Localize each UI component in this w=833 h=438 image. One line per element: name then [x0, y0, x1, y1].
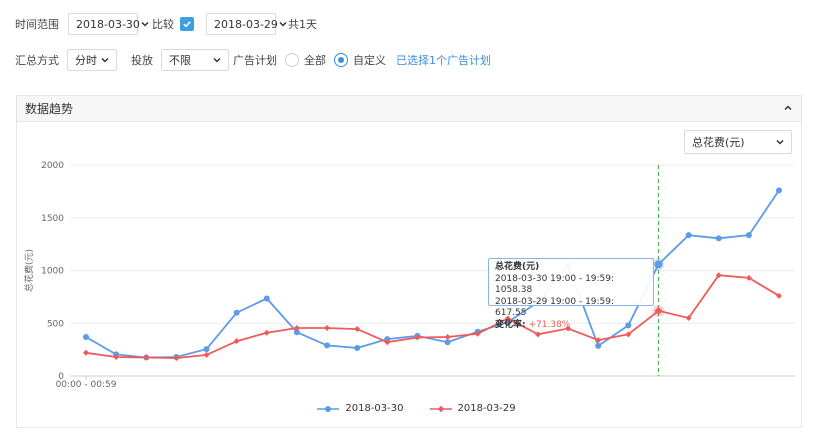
series-line-2: [85, 274, 780, 360]
tooltip-change-key: 变化率:: [495, 319, 526, 330]
chart-series: [83, 187, 782, 362]
data-point: [685, 232, 692, 239]
data-point: [444, 339, 451, 346]
legend-marker-series-2: [429, 405, 452, 413]
trend-line-chart: 0500100015002000 总花费(元) 00:00 - 00:59: [23, 161, 795, 390]
data-point: [233, 309, 240, 316]
data-point: [263, 329, 270, 336]
y-axis-label: 总花费(元): [23, 249, 35, 292]
legend-label-series-1: 2018-03-30: [345, 403, 404, 414]
data-point: [354, 326, 361, 333]
data-point: [776, 187, 782, 194]
tooltip-change: 变化率: +71.38%: [495, 320, 647, 332]
data-point: [203, 346, 210, 353]
data-point: [233, 338, 240, 345]
data-point: [354, 345, 361, 352]
tooltip-change-value: +71.38%: [528, 319, 571, 330]
data-point: [324, 324, 331, 331]
data-point: [715, 235, 722, 242]
data-point: [83, 333, 89, 340]
series-line-1: [85, 189, 780, 359]
data-point: [444, 333, 451, 340]
chart-legend: 2018-03-30 2018-03-29: [0, 403, 833, 414]
legend-label-series-2: 2018-03-29: [457, 403, 516, 414]
tooltip-title: 总花费(元): [495, 262, 540, 272]
data-point: [654, 260, 663, 269]
y-tick-label: 1000: [41, 267, 64, 277]
legend-item-series-2[interactable]: 2018-03-29: [429, 403, 516, 414]
data-point: [324, 342, 331, 349]
legend-item-series-1[interactable]: 2018-03-30: [317, 403, 404, 414]
chart-grid: [70, 164, 795, 324]
chart-tooltip: 总花费(元) 2018-03-30 19:00 - 19:59: 1058.38…: [488, 258, 654, 330]
data-point: [745, 232, 752, 239]
data-point: [263, 295, 270, 302]
y-tick-label: 500: [47, 319, 64, 329]
data-point: [83, 349, 89, 356]
y-tick-label: 1500: [41, 214, 64, 224]
tooltip-line-1: 2018-03-30 19:00 - 19:59: 1058.38: [495, 273, 615, 296]
x-axis-tick-label: 00:00 - 00:59: [56, 380, 117, 390]
y-axis-ticks: 0500100015002000: [41, 161, 64, 382]
data-point: [203, 351, 210, 358]
data-point: [595, 342, 602, 349]
y-tick-label: 2000: [41, 161, 64, 171]
legend-marker-series-1: [317, 405, 340, 413]
tooltip-line-2: 2018-03-29 19:00 - 19:59: 617.55: [495, 296, 615, 319]
